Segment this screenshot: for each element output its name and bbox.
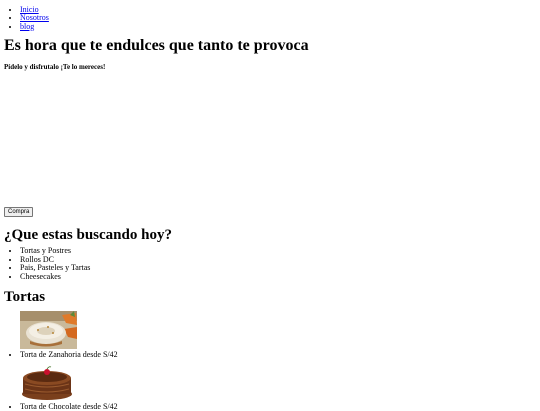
- category-item-rollos[interactable]: Rollos DC: [20, 255, 536, 264]
- hero-title: Es hora que te endulces que tanto te pro…: [4, 37, 309, 55]
- category-item-tortas-postres[interactable]: Tortas y Postres: [20, 247, 536, 256]
- product-label-chocolate-cake: Torta de Chocolate desde S/42: [20, 401, 118, 411]
- page: Inicio Nosotros blog Es hora que te endu…: [0, 0, 540, 411]
- chocolate-cake-image[interactable]: [20, 365, 74, 401]
- buy-button[interactable]: Compra: [4, 206, 34, 217]
- nav-item-nosotros: Nosotros: [20, 14, 536, 22]
- categories-heading: ¿Que estas buscando hoy?: [4, 226, 172, 243]
- hero-subtitle: Pídelo y disfrutalo ¡Te lo mereces!: [4, 62, 106, 71]
- nav-item-blog: blog: [20, 22, 536, 31]
- nav-link-blog[interactable]: blog: [20, 22, 34, 31]
- tortas-heading: Tortas: [4, 288, 46, 305]
- tortas-list: Torta de Zanahoria desde S/42 Torta de C…: [4, 311, 536, 411]
- categories-list: Tortas y Postres Rollos DC Pais, Pastele…: [4, 247, 536, 281]
- nav-item-inicio: Inicio: [20, 5, 536, 14]
- hero-space: [4, 71, 536, 207]
- product-label-carrot-cake: Torta de Zanahoria desde S/42: [20, 350, 118, 360]
- product-item-carrot-cake[interactable]: Torta de Zanahoria desde S/42: [20, 311, 536, 359]
- category-item-cheesecakes[interactable]: Cheesecakes: [20, 272, 536, 281]
- main-nav: Inicio Nosotros blog: [4, 0, 536, 31]
- carrot-cake-image[interactable]: [20, 311, 77, 350]
- product-item-chocolate-cake[interactable]: Torta de Chocolate desde S/42: [20, 365, 536, 411]
- category-item-pais-pasteles[interactable]: Pais, Pasteles y Tartas: [20, 263, 536, 272]
